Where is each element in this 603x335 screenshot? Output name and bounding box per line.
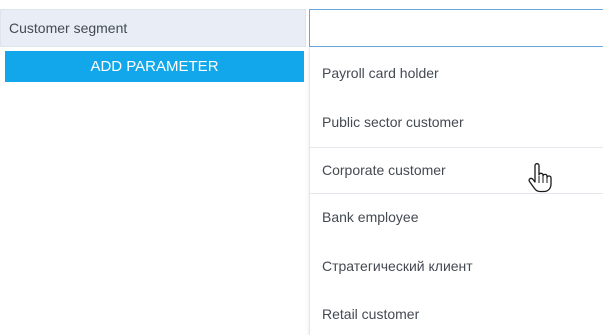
segment-dropdown-list: Payroll card holder Public sector custom… [309,48,603,335]
dropdown-item-retail-customer[interactable]: Retail customer [310,291,603,335]
dropdown-item-payroll-card-holder[interactable]: Payroll card holder [310,50,603,97]
dropdown-item-public-sector-customer[interactable]: Public sector customer [310,99,603,146]
dropdown-item-corporate-customer[interactable]: Corporate customer [310,147,603,194]
dropdown-item-bank-employee[interactable]: Bank employee [310,194,603,241]
customer-segment-label: Customer segment [0,9,306,47]
parameter-editor: Customer segment ADD PARAMETER Payroll c… [0,0,603,335]
dropdown-item-strategic-client[interactable]: Стратегический клиент [310,243,603,290]
customer-segment-input[interactable] [309,9,603,47]
add-parameter-button[interactable]: ADD PARAMETER [5,51,304,82]
